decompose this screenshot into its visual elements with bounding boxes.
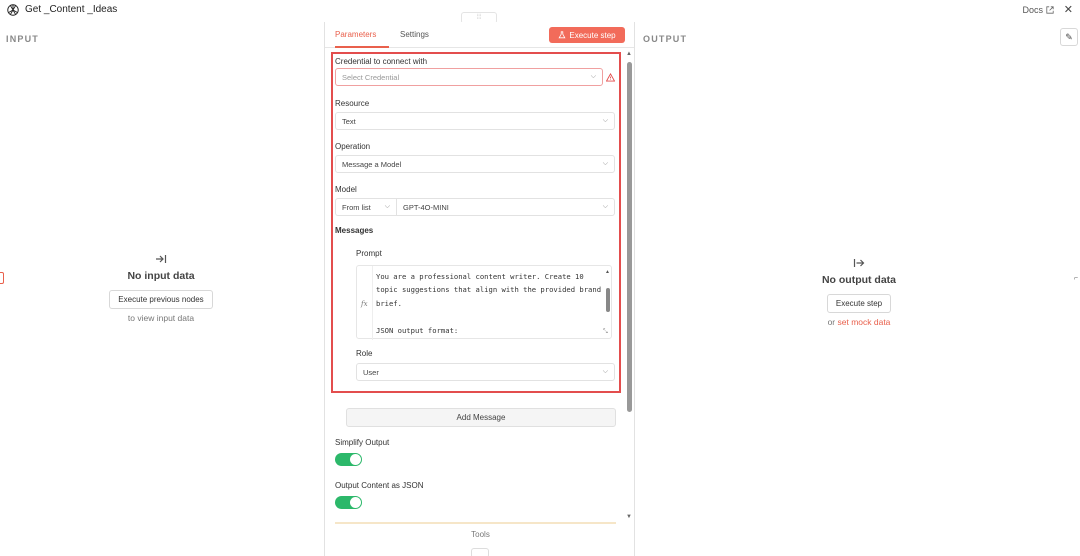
- panel-scrollbar[interactable]: [627, 62, 632, 412]
- tools-label: Tools: [471, 530, 490, 539]
- output-json-toggle[interactable]: [335, 496, 362, 509]
- active-tab-indicator: [335, 46, 389, 48]
- bar-arrow-right-icon: [853, 259, 865, 267]
- output-subtext-prefix: or: [827, 317, 838, 327]
- node-title[interactable]: Get _Content _Ideas: [25, 4, 117, 15]
- simplify-output-label: Simplify Output: [335, 438, 390, 447]
- docs-label[interactable]: Docs: [1022, 5, 1043, 15]
- execute-step-button[interactable]: Execute step: [549, 27, 625, 43]
- input-empty-subtext: to view input data: [127, 313, 195, 323]
- pencil-icon[interactable]: ✎: [1060, 28, 1078, 46]
- input-empty-state: No input data Execute previous nodes to …: [98, 254, 224, 323]
- output-panel: OUTPUT ✎ ⌐ No output data Execute step o…: [635, 22, 1080, 556]
- scroll-up-arrow-icon[interactable]: ▲: [626, 51, 632, 57]
- output-panel-label: OUTPUT: [643, 34, 688, 44]
- external-link-icon: [1046, 6, 1054, 14]
- set-mock-data-link[interactable]: set mock data: [838, 317, 891, 327]
- execute-step-label: Execute step: [569, 30, 616, 40]
- input-panel-label: INPUT: [6, 34, 39, 44]
- panel-tabs: Parameters Settings Execute step: [325, 22, 634, 48]
- tab-parameters[interactable]: Parameters: [335, 30, 376, 39]
- arrow-to-right-bar-icon: [156, 255, 167, 263]
- output-execute-step-button[interactable]: Execute step: [826, 294, 892, 313]
- tab-settings[interactable]: Settings: [400, 30, 429, 39]
- close-icon[interactable]: ✕: [1064, 3, 1073, 16]
- output-empty-state: No output data Execute step or set mock …: [799, 258, 919, 327]
- output-empty-subtext: or set mock data: [799, 317, 919, 327]
- parameters-panel: Parameters Settings Execute step ▲ ▼ Cre…: [324, 22, 635, 556]
- toggle-knob: [350, 454, 361, 465]
- output-json-label: Output Content as JSON: [335, 481, 424, 490]
- scroll-down-arrow-icon[interactable]: ▼: [626, 514, 632, 520]
- window-header: Get _Content _Ideas Docs ✕: [0, 0, 1080, 22]
- input-empty-title: No input data: [127, 270, 195, 282]
- output-edge-handle[interactable]: ⌐: [1074, 275, 1078, 282]
- openai-logo-icon: [7, 4, 19, 16]
- add-message-button[interactable]: Add Message: [346, 408, 616, 427]
- add-tool-button[interactable]: [471, 548, 489, 556]
- execute-previous-nodes-button[interactable]: Execute previous nodes: [109, 290, 213, 309]
- section-divider: [335, 522, 616, 524]
- input-edge-handle[interactable]: [0, 272, 4, 284]
- input-panel: INPUT No input data Execute previous nod…: [0, 22, 324, 556]
- docs-link[interactable]: Docs: [1022, 5, 1054, 15]
- flask-icon: [558, 31, 566, 39]
- simplify-output-toggle[interactable]: [335, 453, 362, 466]
- output-empty-title: No output data: [821, 274, 897, 286]
- add-message-label: Add Message: [456, 413, 506, 422]
- toggle-knob: [350, 497, 361, 508]
- highlight-annotation-box: [331, 52, 621, 393]
